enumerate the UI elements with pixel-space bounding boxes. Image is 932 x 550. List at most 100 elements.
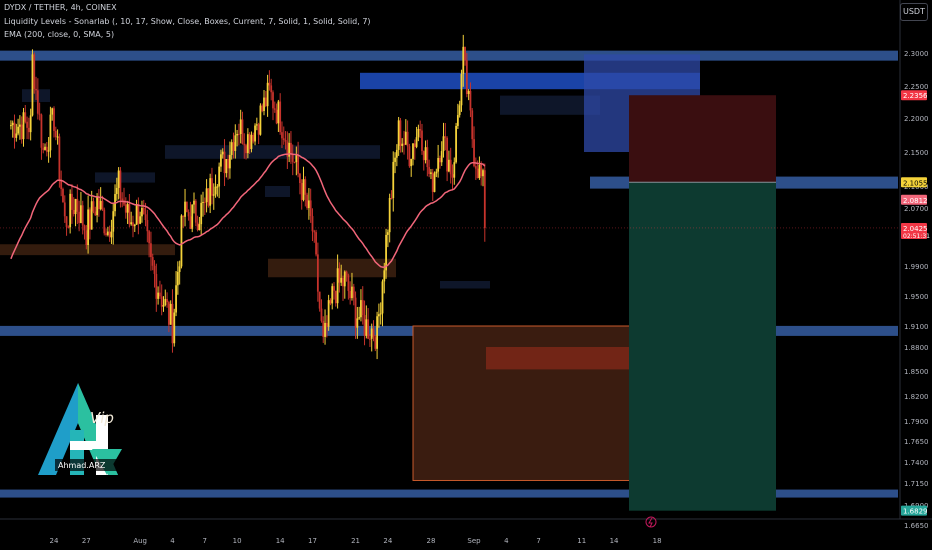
candle-down	[273, 108, 276, 110]
liquidity-box	[440, 281, 490, 289]
candle-up	[302, 179, 305, 200]
y-tick-label: 1.8500	[904, 368, 929, 376]
chart-root: 2.30002.25002.20002.15002.10002.07001.99…	[0, 0, 932, 550]
candle-down	[85, 230, 88, 245]
candle-up	[205, 188, 208, 203]
candle-down	[45, 146, 48, 152]
candle-up	[435, 171, 438, 174]
x-tick-label: 4	[170, 537, 175, 545]
candle-down	[268, 82, 271, 86]
indicator-liquidity-label[interactable]: Liquidity Levels - Sonarlab (, 10, 17, S…	[4, 17, 371, 26]
candle-down	[119, 170, 122, 199]
candle-down	[311, 216, 314, 232]
candle-down	[272, 92, 274, 109]
candle-up	[295, 155, 298, 162]
countdown-label: 02:51:31	[903, 233, 930, 240]
stop-loss-zone[interactable]	[629, 95, 776, 183]
candle-down	[76, 198, 79, 212]
candle-up	[157, 292, 160, 299]
symbol-title: DYDX / TETHER, 4h, COINEX	[4, 3, 117, 12]
candle-down	[413, 143, 416, 147]
candle-up	[327, 300, 330, 327]
candle-up	[200, 202, 203, 225]
candle-down	[422, 151, 425, 161]
candle-down	[320, 308, 323, 321]
candle-up	[370, 328, 373, 339]
take-profit-zone[interactable]	[629, 182, 776, 511]
candle-up	[10, 125, 12, 127]
candle-down	[58, 136, 61, 180]
candle-down	[419, 128, 422, 131]
candle-down	[363, 315, 366, 336]
candle-up	[343, 271, 346, 287]
price-axis-label: 1.6829	[903, 508, 928, 516]
candle-up	[266, 82, 269, 107]
candle-down	[142, 208, 145, 215]
x-tick-label: 4	[504, 537, 509, 545]
candle-up	[117, 170, 120, 188]
x-tick-label: Sep	[467, 537, 481, 545]
y-tick-label: 1.7650	[904, 438, 929, 446]
liquidity-box	[95, 172, 155, 183]
candle-up	[139, 216, 142, 224]
currency-button[interactable]: USDT	[900, 3, 928, 21]
candle-down	[403, 143, 405, 145]
candle-down	[92, 201, 95, 212]
candle-down	[211, 178, 213, 196]
candle-down	[439, 158, 441, 163]
candle-down	[290, 142, 292, 155]
candle-down	[369, 338, 371, 340]
candle-down	[349, 290, 352, 299]
candle-up	[115, 187, 118, 195]
candle-up	[133, 224, 136, 227]
candle-down	[374, 337, 377, 349]
candle-up	[254, 125, 256, 142]
candle-up	[126, 204, 129, 213]
x-tick-label: 14	[276, 537, 285, 545]
candle-up	[433, 173, 436, 192]
candle-down	[27, 127, 30, 133]
candle-down	[451, 174, 454, 178]
candle-up	[164, 299, 167, 305]
candle-up	[482, 170, 484, 177]
candle-up	[212, 194, 215, 196]
candle-down	[194, 200, 197, 223]
candle-down	[279, 101, 282, 133]
candle-down	[300, 183, 303, 200]
candle-up	[11, 122, 14, 126]
candle-down	[426, 147, 429, 168]
indicator-ema-label[interactable]: EMA (200, close, 0, SMA, 5)	[4, 30, 114, 39]
liquidity-box	[165, 145, 380, 159]
candle-up	[437, 158, 440, 172]
candle-up	[99, 200, 102, 210]
candle-down	[105, 233, 107, 235]
candle-up	[365, 319, 368, 336]
candle-down	[275, 109, 278, 124]
candle-down	[299, 173, 301, 184]
candle-down	[282, 138, 285, 140]
candle-up	[176, 271, 179, 286]
candle-up	[379, 313, 382, 315]
candle-up	[112, 211, 115, 232]
liquidity-box	[265, 186, 290, 197]
candle-up	[44, 146, 46, 150]
candle-up	[263, 97, 265, 112]
x-tick-label: 14	[610, 537, 619, 545]
candle-down	[252, 134, 255, 142]
candle-down	[406, 131, 409, 147]
candle-down	[72, 209, 75, 215]
candle-up	[277, 101, 280, 124]
candle-up	[386, 232, 389, 235]
candle-down	[42, 147, 45, 150]
candle-down	[345, 271, 348, 276]
candle-down	[322, 320, 325, 337]
candle-up	[90, 201, 93, 230]
candle-down	[121, 198, 124, 201]
candle-up	[442, 136, 445, 152]
price-axis-label: 2.0425	[903, 225, 928, 233]
y-tick-label: 2.2000	[904, 115, 929, 123]
candle-up	[239, 119, 242, 135]
candle-up	[255, 124, 258, 126]
candle-down	[65, 216, 68, 227]
candle-down	[103, 209, 106, 234]
